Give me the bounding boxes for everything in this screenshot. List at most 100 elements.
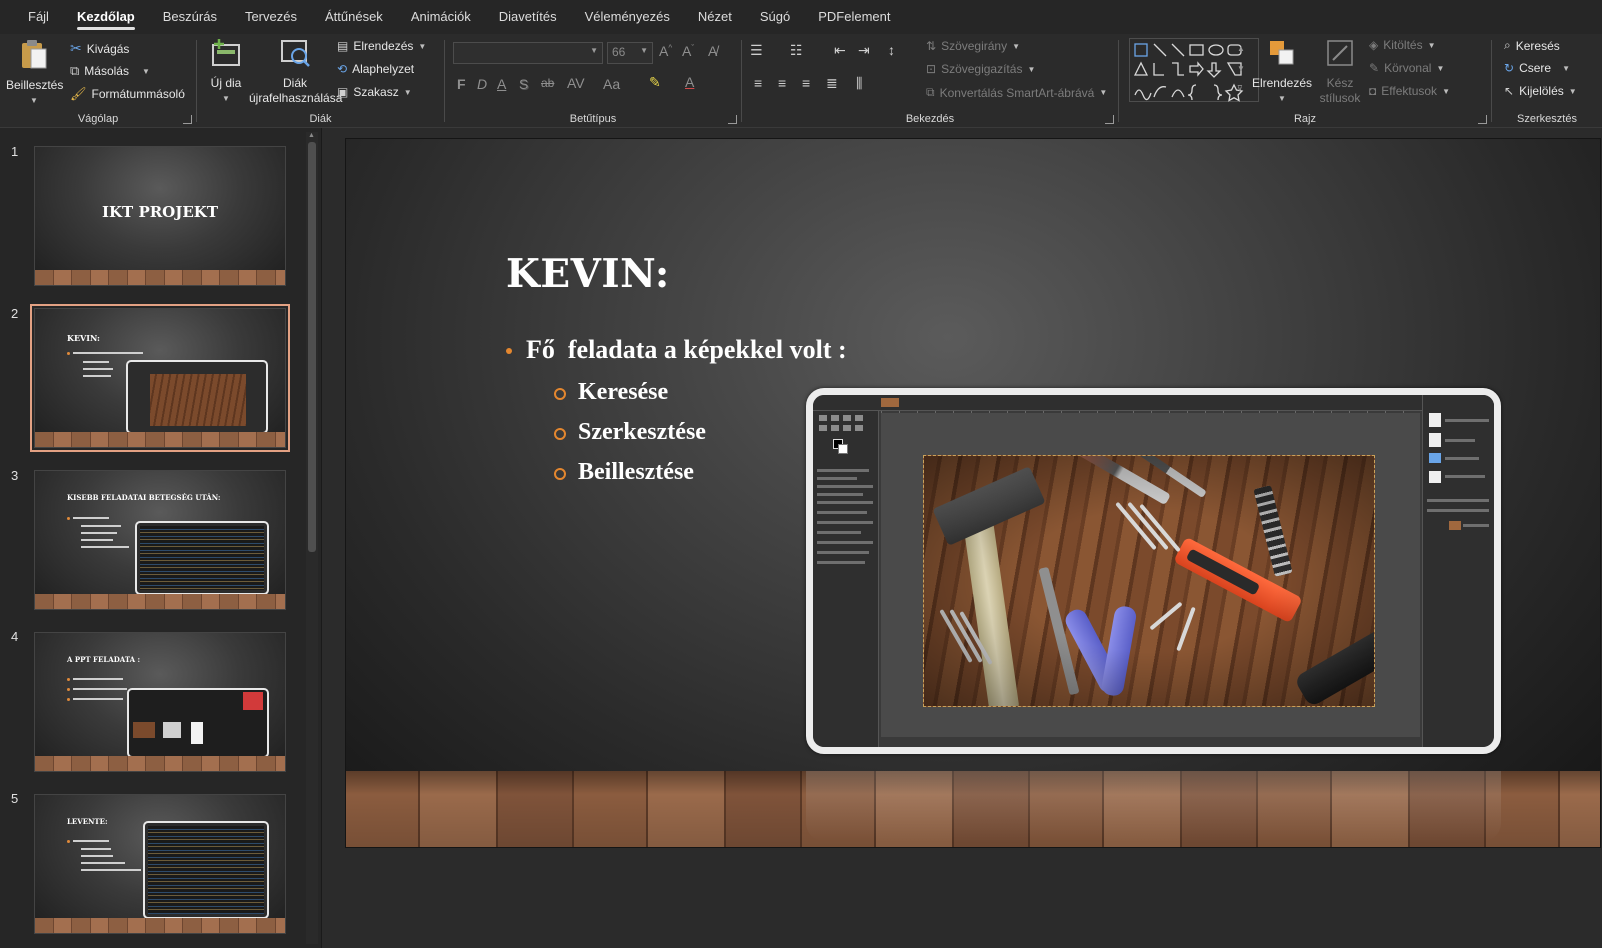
tab-home[interactable]: Kezdőlap <box>63 0 149 34</box>
option-row <box>817 561 865 564</box>
italic-button[interactable]: D <box>477 76 487 92</box>
option-row <box>817 501 873 504</box>
tab-insert[interactable]: Beszúrás <box>149 0 231 34</box>
arrange-label: Elrendezés <box>1251 76 1313 90</box>
drawing-group: ▲ ▼ ⊽ Elrendezés ▼ Kész stílusok ◈ Kitölté… <box>1119 34 1491 128</box>
cut-button[interactable]: ✂ Kivágás <box>70 40 129 57</box>
slide-thumbnail-5[interactable]: LEVENTE: <box>34 794 286 934</box>
copy-button[interactable]: ⧉ Másolás ▼ <box>70 63 150 79</box>
section-button[interactable]: ▣ Szakasz ▼ <box>337 85 412 99</box>
new-slide-button[interactable]: Új dia ▼ <box>203 38 249 106</box>
font-color-icon[interactable]: A <box>685 74 694 90</box>
editing-group: ⌕ Keresés ↻ Csere ▼ ↖ Kijelölés ▼ Szerke… <box>1492 34 1602 128</box>
gimp-docks <box>1422 395 1494 747</box>
sub-bullet-item[interactable]: Keresése <box>554 379 668 406</box>
dialog-launcher-icon[interactable] <box>1105 115 1114 124</box>
slide-thumbnail-1[interactable]: IKT PROJEKT <box>34 146 286 286</box>
slide-thumbnail-2[interactable]: KEVIN: <box>30 304 290 452</box>
tab-pdfelement[interactable]: PDFelement <box>804 0 904 34</box>
text-direction-button[interactable]: ⇅ Szövegirány ▼ <box>926 39 1020 53</box>
slide-number: 5 <box>11 791 19 806</box>
dialog-launcher-icon[interactable] <box>1478 115 1487 124</box>
grow-font-icon[interactable]: A^ <box>659 43 672 59</box>
sub-bullet-item[interactable]: Szerkesztése <box>554 419 706 446</box>
font-size-input[interactable]: 66 ▼ <box>607 42 653 64</box>
thumb-image <box>127 688 269 758</box>
character-spacing-button[interactable]: AV <box>567 75 585 91</box>
shape-effects-button[interactable]: ◘ Effektusok ▼ <box>1369 84 1450 98</box>
slide-thumbnail-3[interactable]: KISEBB FELADATAI BETEGSÉG UTÁN: <box>34 470 286 610</box>
file-row <box>1445 457 1479 460</box>
panel-scrollbar[interactable]: ▲ <box>306 132 318 944</box>
option-row <box>817 477 857 480</box>
highlight-icon[interactable]: ✎ <box>649 74 661 91</box>
arrange-button[interactable]: Elrendezés ▼ <box>1245 38 1319 106</box>
scroll-up-icon[interactable]: ▲ <box>308 132 315 139</box>
file-thumbnail <box>1429 413 1441 427</box>
gallery-scroll-icon[interactable]: ▲ ▼ ⊽ <box>1237 39 1245 99</box>
file-thumbnail <box>1429 453 1441 463</box>
tab-design[interactable]: Tervezés <box>231 0 311 34</box>
find-button[interactable]: ⌕ Keresés <box>1504 38 1560 53</box>
shape-outline-button[interactable]: ✎ Körvonal ▼ <box>1369 61 1444 75</box>
tab-view[interactable]: Nézet <box>684 0 746 34</box>
thumb-text-line <box>73 352 143 354</box>
layout-icon: ▤ <box>337 39 349 53</box>
tab-help[interactable]: Súgó <box>746 0 804 34</box>
align-right-icon[interactable]: ≡ <box>802 75 810 91</box>
tab-transitions[interactable]: Áttűnések <box>311 0 397 34</box>
chevron-down-icon: ▼ <box>403 87 412 97</box>
line-spacing-icon[interactable]: ↕ <box>888 42 895 58</box>
align-text-button[interactable]: ⊡ Szövegigazítás ▼ <box>926 62 1035 76</box>
align-left-icon[interactable]: ≡ <box>754 75 762 91</box>
paste-button[interactable]: Beillesztés ▼ <box>6 38 63 108</box>
photo-vignette <box>924 456 1374 706</box>
cursor-icon: ↖ <box>1504 84 1515 98</box>
shrink-font-icon[interactable]: Aˇ <box>682 43 694 59</box>
convert-smartart-button[interactable]: ⧉ Konvertálás SmartArt-ábrává ▼ <box>926 85 1107 100</box>
gimp-screenshot-image[interactable] <box>806 388 1501 754</box>
tab-review[interactable]: Véleményezés <box>571 0 684 34</box>
sub-bullet-item[interactable]: Beillesztése <box>554 459 694 486</box>
strikethrough-button[interactable]: ab <box>541 76 554 90</box>
increase-indent-icon[interactable]: ⇥ <box>858 42 870 59</box>
change-case-button[interactable]: Aa <box>603 76 620 92</box>
section-label: Szakasz <box>353 85 399 99</box>
decrease-indent-icon[interactable]: ⇤ <box>834 42 846 59</box>
chevron-down-icon[interactable]: ▼ <box>142 67 150 76</box>
reset-button[interactable]: ⟲ Alaphelyzet <box>337 62 414 76</box>
quick-styles-button[interactable]: Kész stílusok <box>1317 38 1363 106</box>
select-button[interactable]: ↖ Kijelölés ▼ <box>1504 84 1577 98</box>
convert-smartart-label: Konvertálás SmartArt-ábrává <box>939 85 1095 100</box>
shape-fill-button[interactable]: ◈ Kitöltés ▼ <box>1369 38 1436 52</box>
slide-number: 2 <box>11 306 19 321</box>
dialog-launcher-icon[interactable] <box>183 115 192 124</box>
clear-formatting-icon[interactable]: A̸ <box>708 43 717 59</box>
align-center-icon[interactable]: ≡ <box>778 75 786 91</box>
scrollbar-thumb[interactable] <box>308 142 316 552</box>
reuse-slides-button[interactable]: Diák újrafelhasználása <box>249 38 342 106</box>
tab-file[interactable]: Fájl <box>14 0 63 34</box>
tab-slideshow[interactable]: Diavetítés <box>485 0 571 34</box>
bullet-dot-icon <box>506 348 512 354</box>
bold-button[interactable]: F <box>457 76 466 92</box>
current-slide[interactable]: KEVIN: Fő feladata a képekkel volt : Ker… <box>345 138 1601 848</box>
tool-icon <box>819 415 827 421</box>
columns-icon[interactable]: ⫼ <box>856 75 862 92</box>
underline-button[interactable]: A <box>497 76 506 92</box>
layout-button[interactable]: ▤ Elrendezés ▼ <box>337 39 426 53</box>
shadow-button[interactable]: S <box>519 76 528 92</box>
slide-thumbnail-4[interactable]: A PPT FELADATA : <box>34 632 286 772</box>
slide-number: 4 <box>11 629 19 644</box>
font-name-input[interactable]: ▼ <box>453 42 603 64</box>
format-painter-button[interactable]: 🖌 Formátummásoló <box>70 86 185 102</box>
numbering-icon[interactable]: ☷ <box>790 42 803 59</box>
tab-animations[interactable]: Animációk <box>397 0 485 34</box>
replace-button[interactable]: ↻ Csere ▼ <box>1504 61 1570 75</box>
group-label-paragraph: Bekezdés <box>905 113 955 125</box>
justify-icon[interactable]: ≣ <box>826 75 838 92</box>
bullet-item[interactable]: Fő feladata a képekkel volt : <box>506 335 847 365</box>
slide-title[interactable]: KEVIN: <box>506 251 670 297</box>
bullets-icon[interactable]: ☰ <box>750 42 763 59</box>
dialog-launcher-icon[interactable] <box>728 115 737 124</box>
